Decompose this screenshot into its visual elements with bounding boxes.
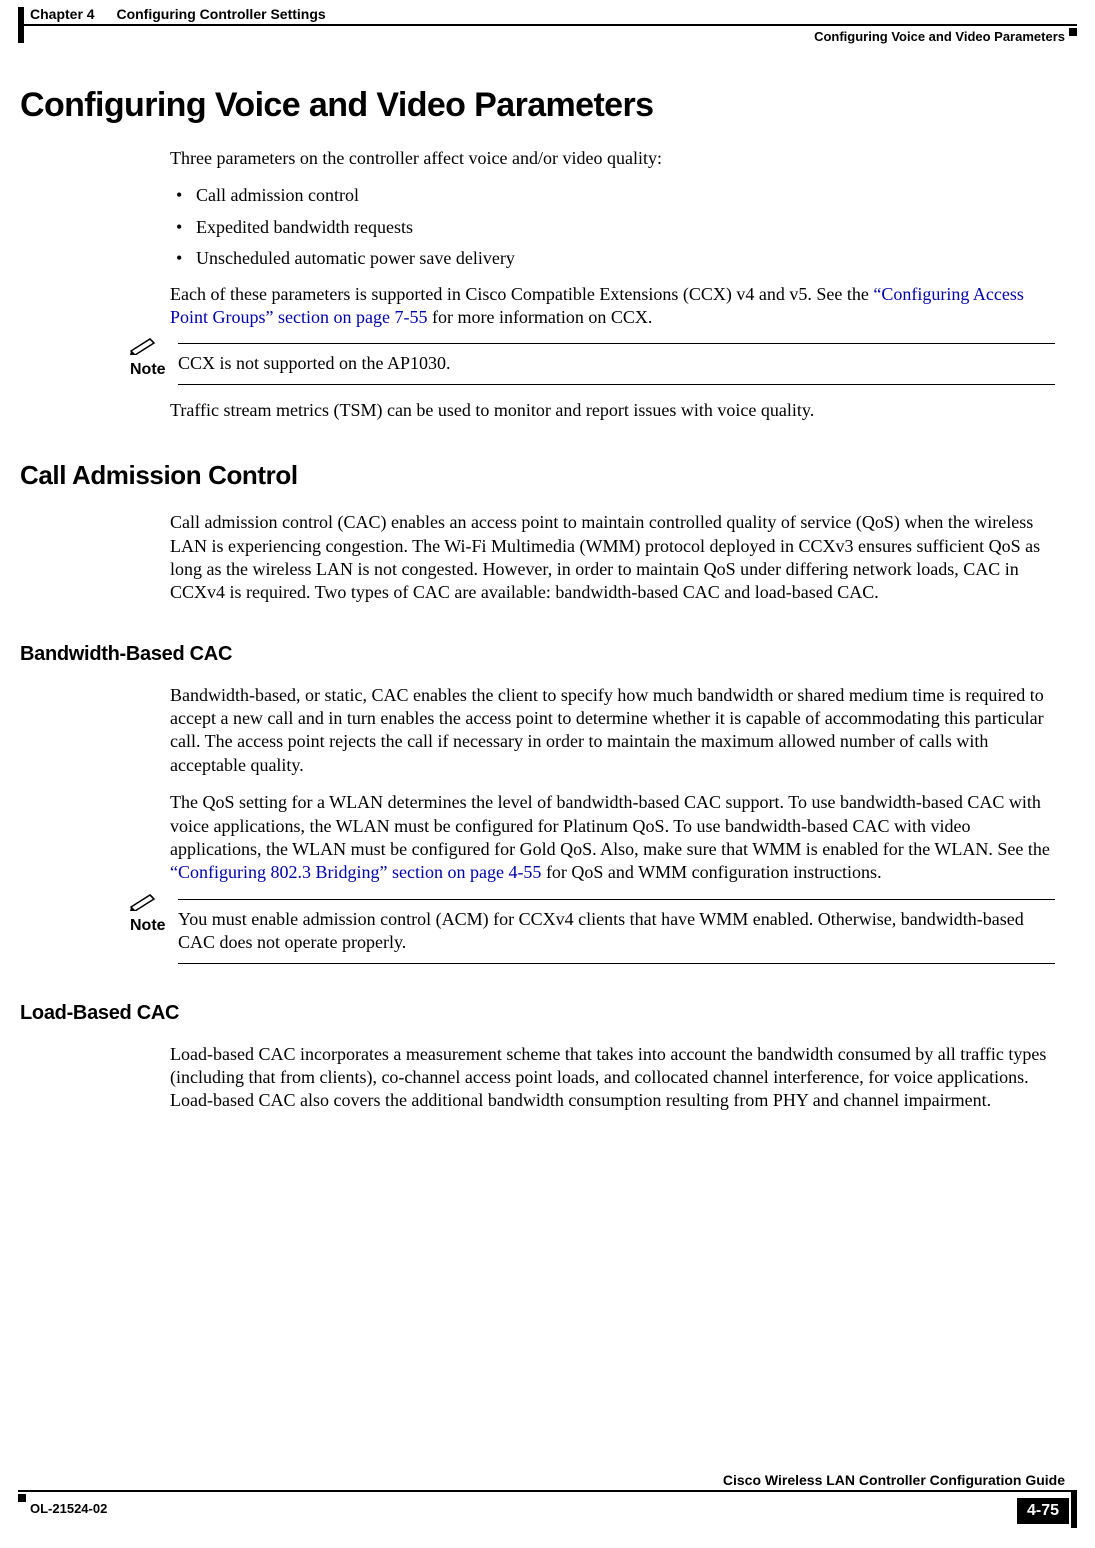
intro-p2-text-b: for more information on CCX. (427, 307, 652, 327)
footer-rule (18, 1490, 1077, 1492)
note-text: You must enable admission control (ACM) … (178, 899, 1055, 964)
intro-p1: Three parameters on the controller affec… (170, 147, 1055, 170)
cac-block: Call admission control (CAC) enables an … (170, 511, 1055, 605)
bullet-item: Unscheduled automatic power save deliver… (170, 247, 1055, 270)
chapter-title: Configuring Controller Settings (116, 6, 325, 22)
pencil-icon (130, 337, 160, 355)
page: Chapter 4 Configuring Controller Setting… (0, 0, 1095, 1548)
subsection-heading-load: Load-Based CAC (20, 1002, 1075, 1025)
intro-bullets: Call admission control Expedited bandwid… (170, 184, 1055, 270)
intro-block: Three parameters on the controller affec… (170, 147, 1055, 329)
bw-block: Bandwidth-based, or static, CAC enables … (170, 684, 1055, 885)
header-left: Chapter 4 Configuring Controller Setting… (30, 6, 326, 22)
intro-p2-text-a: Each of these parameters is supported in… (170, 284, 873, 304)
footer-end-box (18, 1494, 26, 1502)
section-heading-cac: Call Admission Control (20, 460, 1075, 491)
bullet-item: Expedited bandwidth requests (170, 216, 1055, 239)
intro2-block: Traffic stream metrics (TSM) can be used… (170, 399, 1055, 422)
xref-link[interactable]: “Configuring 802.3 Bridging” section on … (170, 862, 541, 882)
cac-p1: Call admission control (CAC) enables an … (170, 511, 1055, 605)
header-end-box (1069, 28, 1077, 36)
pencil-icon (130, 893, 160, 911)
header-rule (18, 24, 1077, 26)
note-label: Note (130, 361, 166, 379)
intro2-p1: Traffic stream metrics (TSM) can be used… (170, 399, 1055, 422)
bw-p2-text-a: The QoS setting for a WLAN determines th… (170, 792, 1050, 859)
header-right: Configuring Voice and Video Parameters (814, 29, 1065, 44)
bullet-item: Call admission control (170, 184, 1055, 207)
bw-p2: The QoS setting for a WLAN determines th… (170, 791, 1055, 885)
footer-doc-id: OL-21524-02 (30, 1501, 107, 1516)
footer-accent-bar (1071, 1490, 1077, 1528)
load-p1: Load-based CAC incorporates a measuremen… (170, 1043, 1055, 1113)
note-label: Note (130, 917, 166, 935)
note-block: Note You must enable admission control (… (130, 899, 1055, 964)
bw-p1: Bandwidth-based, or static, CAC enables … (170, 684, 1055, 778)
footer-book-title: Cisco Wireless LAN Controller Configurat… (723, 1472, 1065, 1488)
intro-p2: Each of these parameters is supported in… (170, 283, 1055, 330)
content-area: Configuring Voice and Video Parameters T… (20, 86, 1075, 1127)
bw-p2-text-b: for QoS and WMM configuration instructio… (541, 862, 881, 882)
page-title: Configuring Voice and Video Parameters (20, 86, 1075, 125)
subsection-heading-bw: Bandwidth-Based CAC (20, 643, 1075, 666)
note-text: CCX is not supported on the AP1030. (178, 343, 1055, 384)
load-block: Load-based CAC incorporates a measuremen… (170, 1043, 1055, 1113)
chapter-label: Chapter 4 (30, 6, 95, 22)
note-block: Note CCX is not supported on the AP1030. (130, 343, 1055, 384)
page-number: 4-75 (1017, 1498, 1069, 1524)
